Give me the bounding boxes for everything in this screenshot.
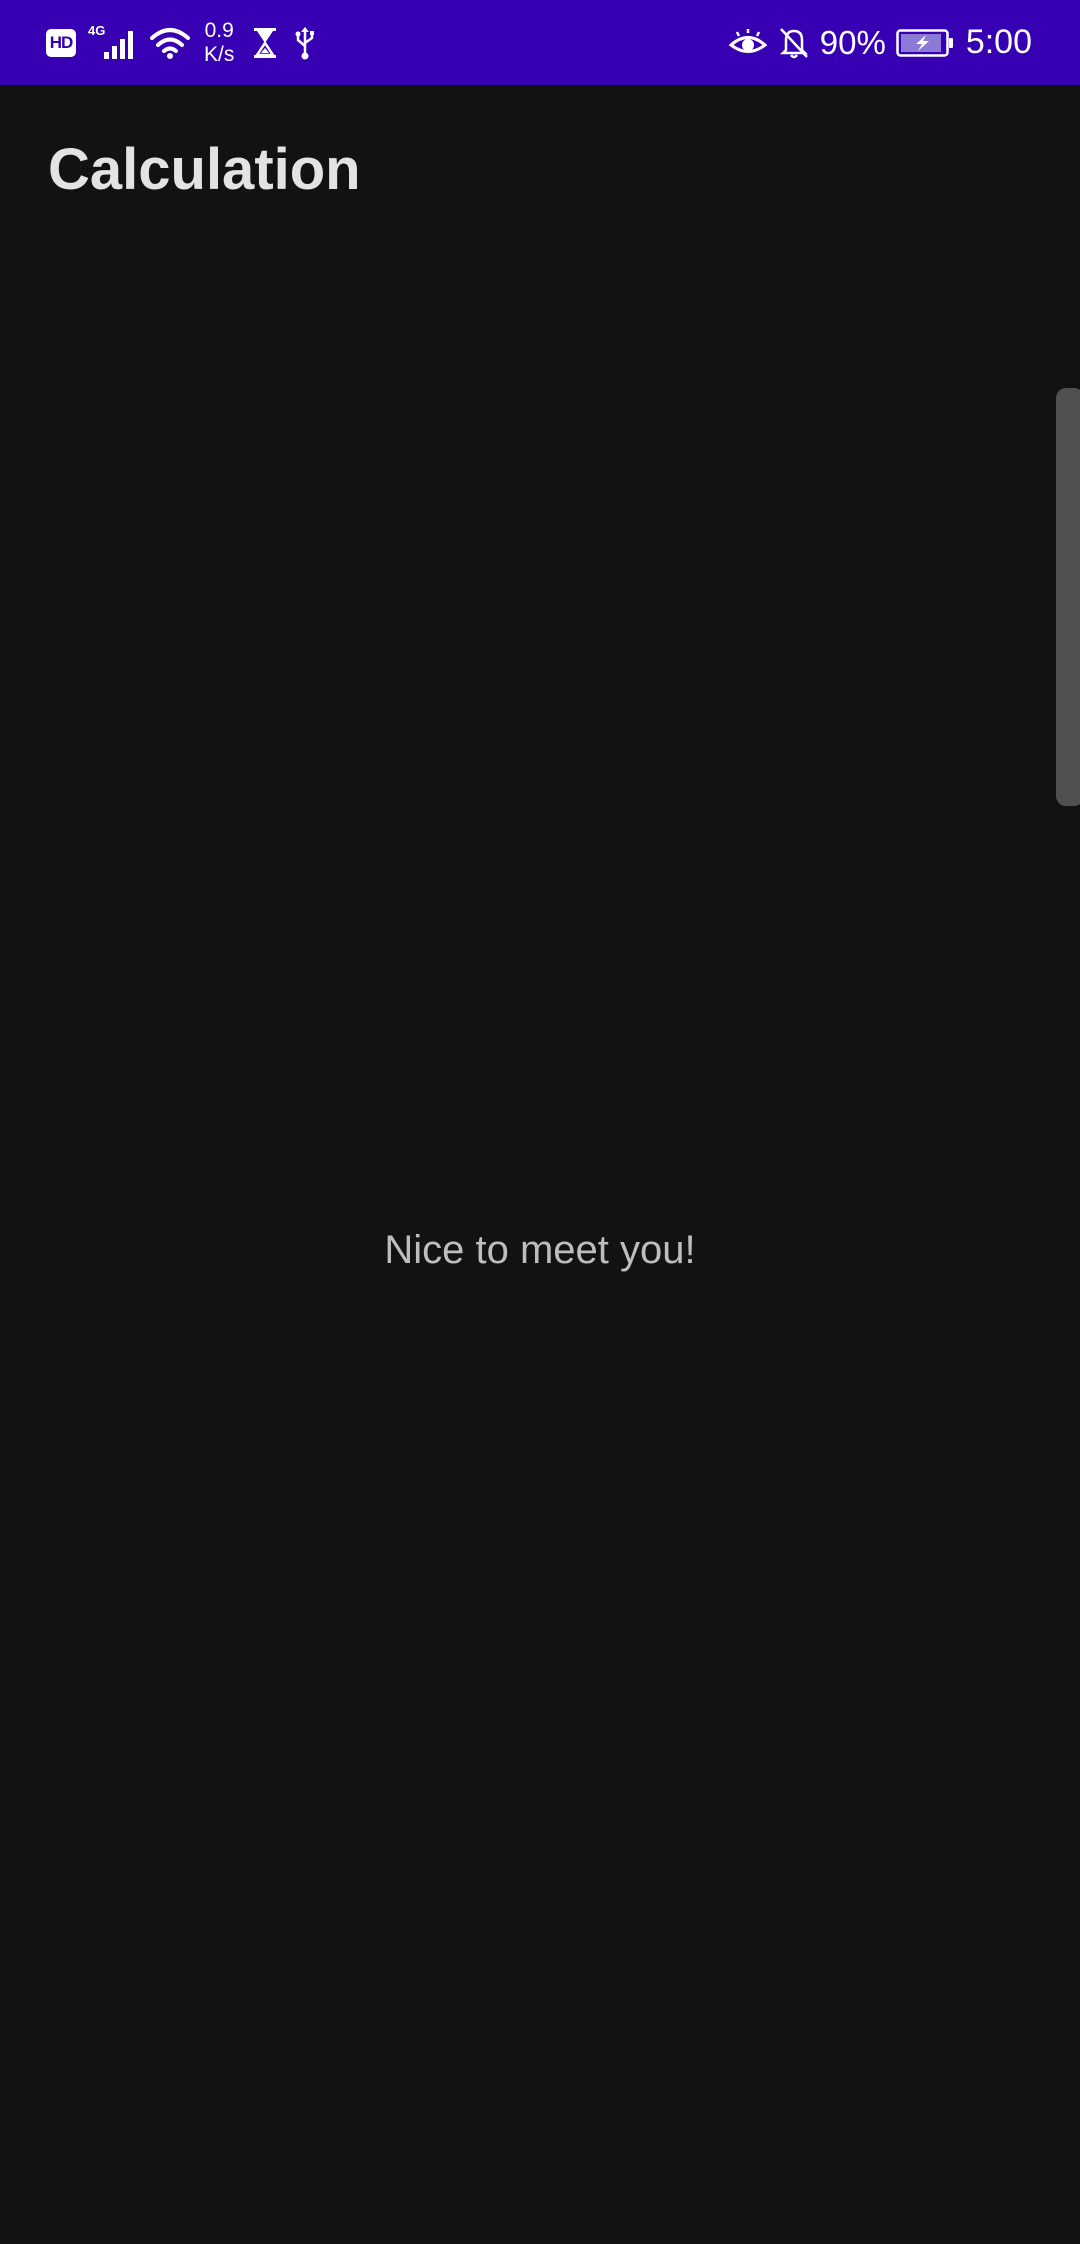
hd-icon: HD: [46, 28, 76, 57]
network-speed-unit: K/s: [204, 42, 235, 66]
eye-icon: [728, 28, 768, 53]
battery-percent: 90%: [819, 23, 886, 61]
status-bar-right: 90% 5:00: [728, 0, 1032, 85]
signal-icon: 4G: [88, 23, 140, 63]
clock: 5:00: [965, 23, 1032, 61]
scrollbar-handle[interactable]: [1056, 388, 1080, 806]
greeting-text: Nice to meet you!: [384, 1228, 696, 1272]
battery-charging-icon: [896, 28, 953, 57]
usb-icon: [295, 26, 315, 59]
wifi-icon: [150, 27, 190, 59]
status-bar-left: HD 4G 0.9 K/s: [46, 0, 316, 85]
hourglass-icon: [254, 27, 277, 58]
page-title: Calculation: [48, 137, 361, 202]
network-speed: 0.9 K/s: [204, 19, 234, 67]
bell-off-icon: [779, 27, 808, 58]
status-bar: HD 4G 0.9 K/s 90% 5:00: [0, 0, 1080, 85]
network-speed-value: 0.9: [204, 18, 234, 42]
